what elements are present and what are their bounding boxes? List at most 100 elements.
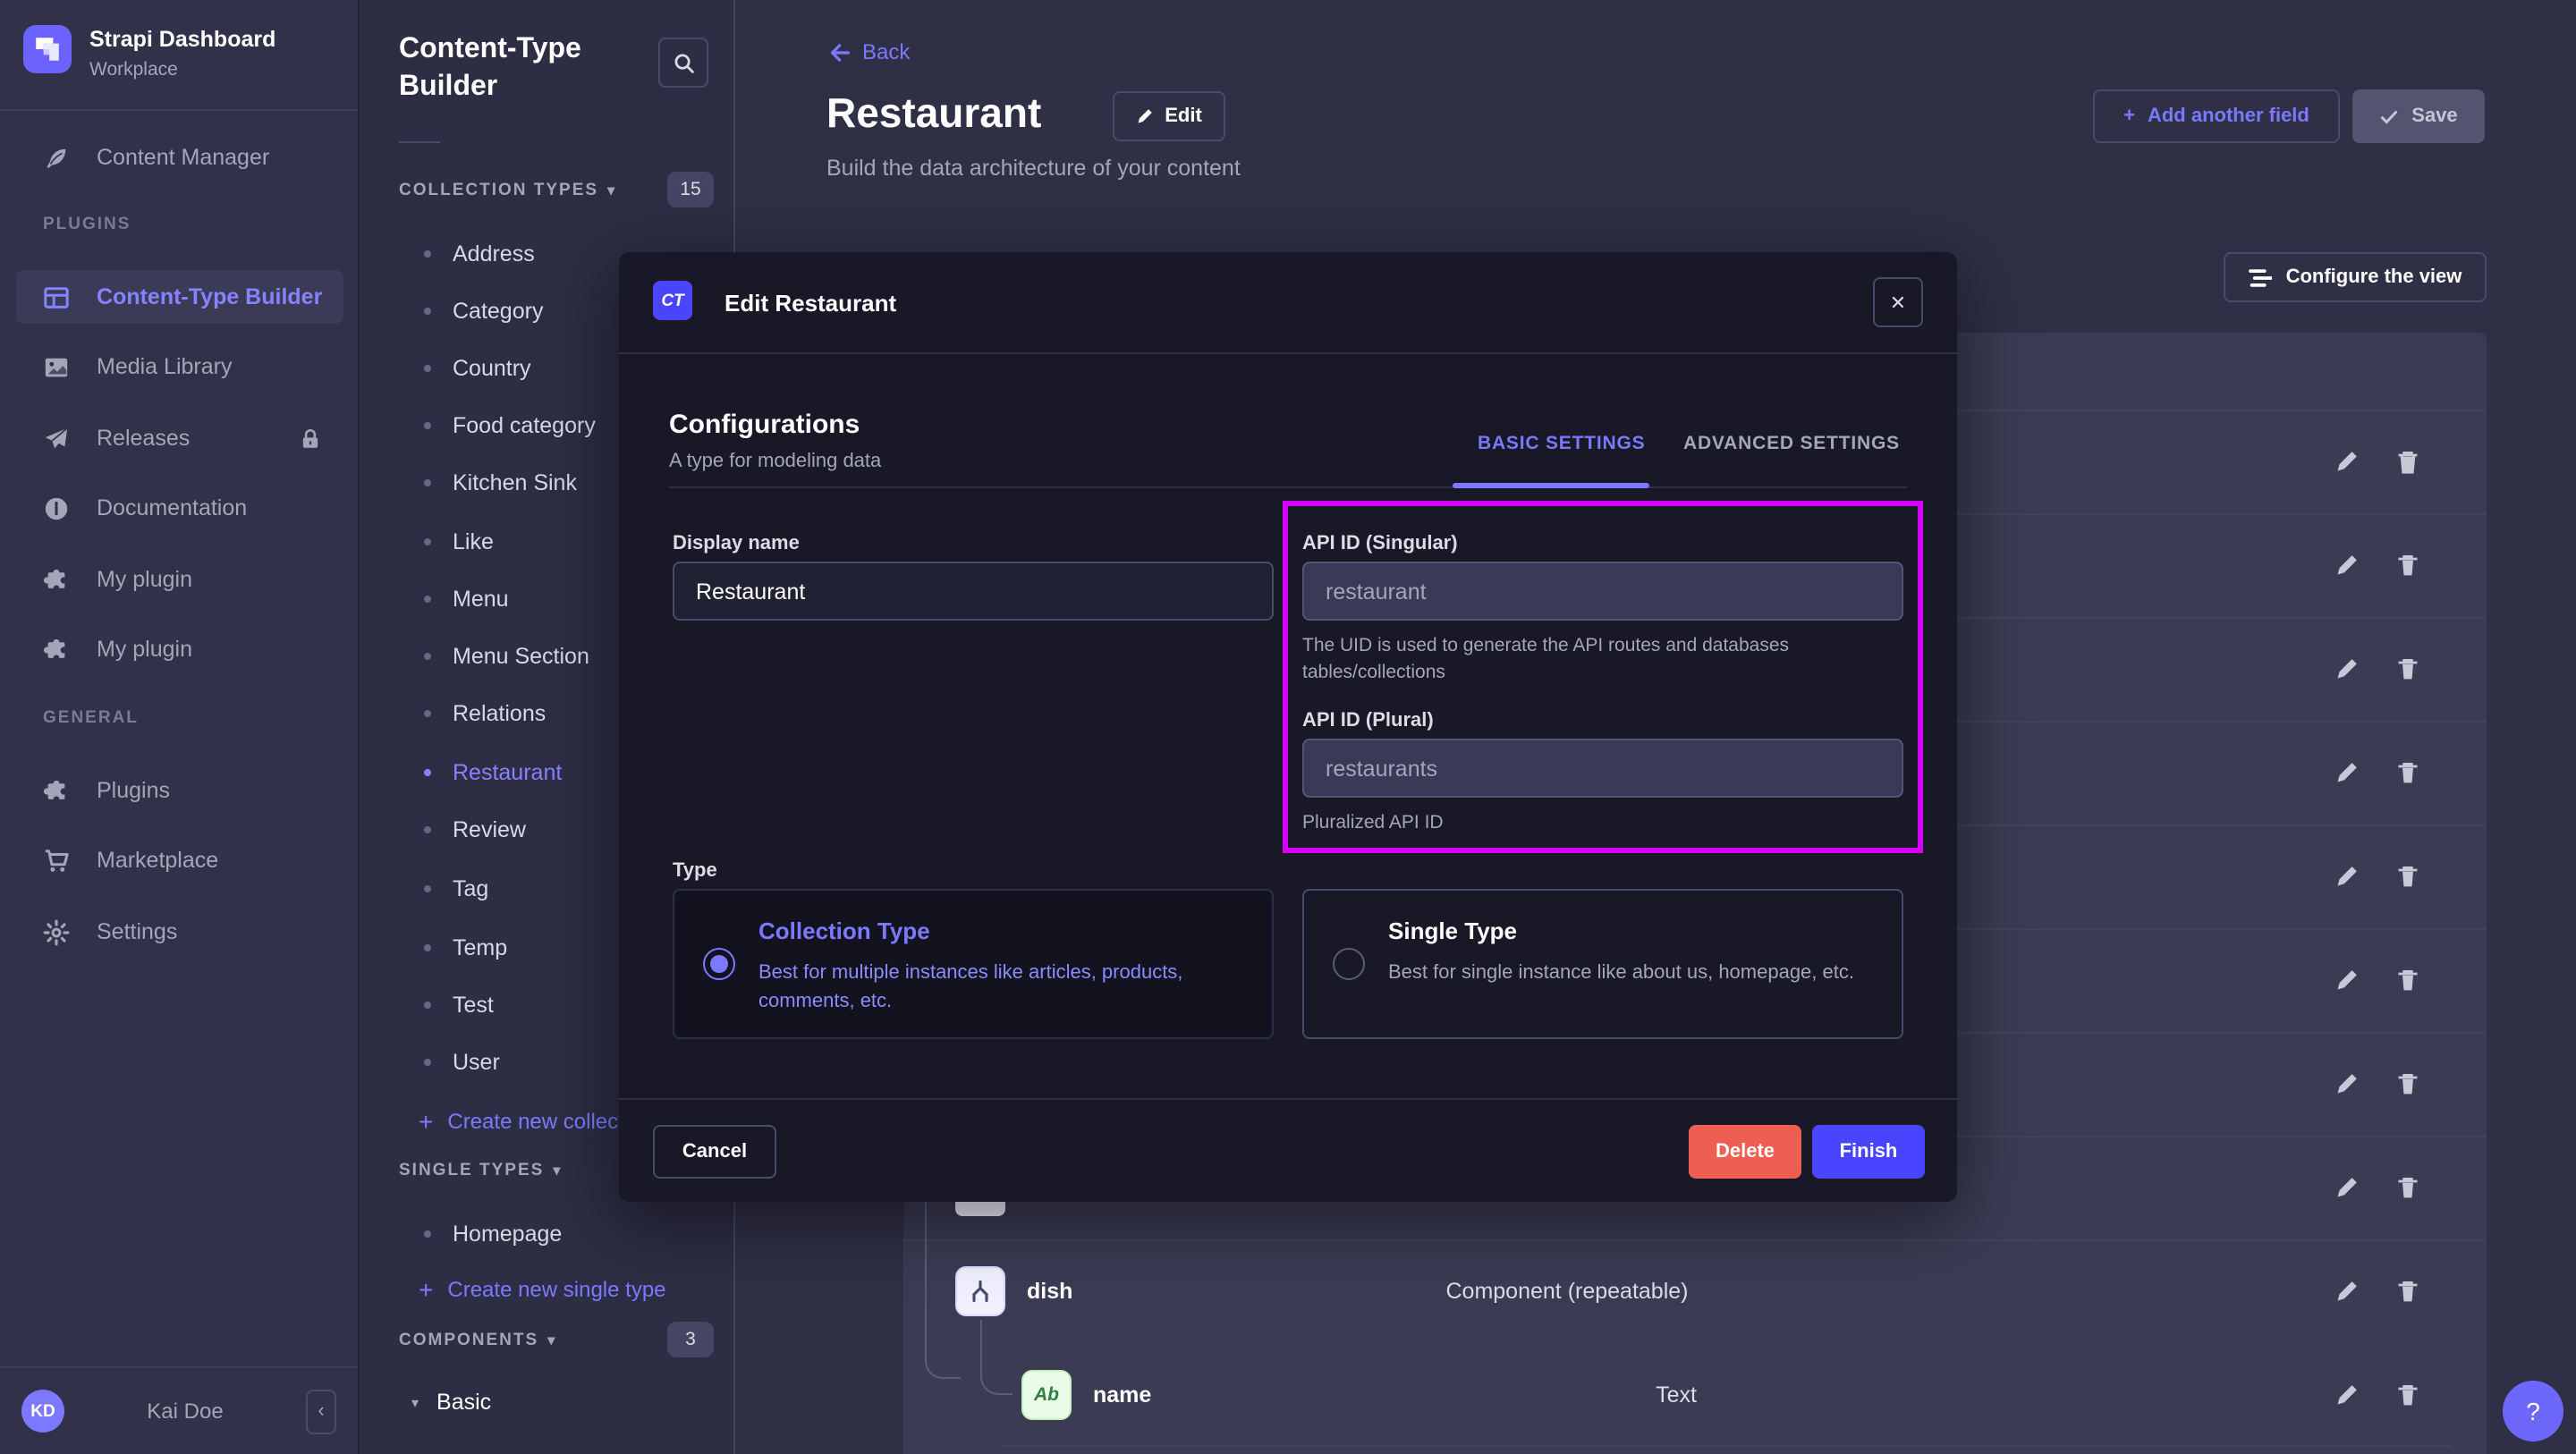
radio-unselected-icon[interactable] [1333, 948, 1365, 980]
row-divider [903, 1239, 2487, 1241]
edit-row-button[interactable] [2334, 760, 2360, 785]
tab-basic-settings[interactable]: BASIC SETTINGS [1478, 433, 1645, 454]
edit-row-button[interactable] [2334, 553, 2360, 578]
delete-row-button[interactable] [2395, 656, 2420, 681]
plus-icon: + [419, 1275, 433, 1304]
configure-view-label: Configure the view [2286, 266, 2462, 288]
collection-type-card[interactable]: Collection Type Best for multiple instan… [673, 889, 1274, 1039]
delete-row-button[interactable] [2395, 1382, 2420, 1408]
configurations-subheading: A type for modeling data [669, 451, 881, 472]
chevron-down-icon: ▾ [411, 1394, 419, 1410]
single-item-homepage[interactable]: Homepage [361, 1205, 735, 1263]
workspace-name: Workplace [89, 59, 178, 80]
delete-button[interactable]: Delete [1689, 1125, 1801, 1179]
edit-restaurant-modal: CT Edit Restaurant ✕ Configurations A ty… [619, 252, 1957, 1202]
back-label: Back [862, 39, 910, 64]
edit-label: Edit [1165, 106, 1202, 127]
workspace-header[interactable]: Strapi Dashboard Workplace [0, 0, 358, 111]
edit-row-button[interactable] [2334, 1175, 2360, 1200]
delete-row-button[interactable] [2395, 760, 2420, 785]
app-title: Strapi Dashboard [89, 27, 275, 52]
sidebar-item-marketplace[interactable]: Marketplace [16, 833, 343, 887]
edit-row-button[interactable] [2334, 656, 2360, 681]
avatar[interactable]: KD [21, 1390, 64, 1433]
field-name: dish [1027, 1279, 1072, 1304]
sidebar-item-label: My plugin [97, 637, 192, 662]
finish-button[interactable]: Finish [1812, 1125, 1925, 1179]
sidebar-item-content-manager[interactable]: Content Manager [16, 131, 343, 184]
create-single-type-link[interactable]: + Create new single type [419, 1275, 666, 1304]
paper-plane-icon [43, 425, 70, 452]
save-button[interactable]: Save [2352, 89, 2485, 143]
delete-row-button[interactable] [2395, 864, 2420, 889]
active-tab-underline [1453, 483, 1649, 488]
type-label: Type [673, 860, 717, 882]
close-button[interactable]: ✕ [1873, 277, 1923, 327]
radio-selected-icon[interactable] [703, 948, 735, 980]
api-id-plural-input[interactable] [1302, 739, 1903, 798]
sidebar-item-my-plugin-2[interactable]: My plugin [16, 622, 343, 676]
components-header[interactable]: COMPONENTS ▾ [399, 1331, 556, 1350]
field-type: Text [1656, 1382, 1697, 1408]
puzzle-icon [43, 777, 70, 804]
table-row-actions [2334, 553, 2420, 578]
sidebar-item-my-plugin-1[interactable]: My plugin [16, 553, 343, 606]
table-row-actions [2334, 760, 2420, 785]
lock-icon [299, 427, 322, 450]
divider [399, 141, 440, 143]
sidebar-item-label: Releases [97, 426, 190, 451]
help-button[interactable]: ? [2503, 1381, 2563, 1441]
sidebar-item-label: Media Library [97, 354, 232, 379]
bullet-icon [424, 422, 431, 429]
edit-row-button[interactable] [2334, 1071, 2360, 1096]
strapi-app: Back Restaurant Edit Build the data arch… [0, 0, 2576, 1454]
modal-header: CT Edit Restaurant ✕ [619, 252, 1957, 354]
puzzle-icon [43, 566, 70, 593]
edit-row-button[interactable] [2334, 1382, 2360, 1408]
api-id-singular-help: The UID is used to generate the API rout… [1302, 633, 1911, 687]
api-id-singular-input[interactable] [1302, 562, 1903, 621]
sidebar-item-plugins[interactable]: Plugins [16, 764, 343, 817]
info-icon [43, 495, 70, 521]
sidebar-item-label: Marketplace [97, 848, 218, 873]
edit-row-button[interactable] [2334, 1279, 2360, 1304]
chevron-down-icon: ▾ [547, 1332, 556, 1348]
edit-button[interactable]: Edit [1113, 91, 1225, 141]
table-row-actions [2334, 656, 2420, 681]
delete-row-button[interactable] [2395, 1071, 2420, 1096]
delete-row-button[interactable] [2395, 968, 2420, 993]
edit-row-button[interactable] [2334, 968, 2360, 993]
sidebar-item-releases[interactable]: Releases [16, 411, 343, 465]
chevron-down-icon: ▾ [553, 1162, 562, 1179]
tree-connector [980, 1320, 1013, 1395]
delete-row-button[interactable] [2395, 553, 2420, 578]
delete-row-button[interactable] [2395, 1175, 2420, 1200]
single-type-card[interactable]: Single Type Best for single instance lik… [1302, 889, 1903, 1039]
bullet-icon [424, 710, 431, 717]
back-link[interactable]: Back [826, 39, 910, 64]
collapse-sidebar-button[interactable]: ‹ [306, 1389, 336, 1433]
single-types-header[interactable]: SINGLE TYPES ▾ [399, 1161, 562, 1180]
delete-row-button[interactable] [2395, 1279, 2420, 1304]
search-button[interactable] [658, 38, 708, 88]
sidebar-item-content-type-builder[interactable]: Content-Type Builder [16, 270, 343, 324]
sidebar-item-media-library[interactable]: Media Library [16, 340, 343, 393]
delete-row-button[interactable] [2395, 449, 2420, 474]
display-name-input[interactable] [673, 562, 1274, 621]
collection-types-header[interactable]: COLLECTION TYPES ▾ [399, 181, 616, 200]
edit-row-button[interactable] [2334, 864, 2360, 889]
add-another-field-button[interactable]: + Add another field [2093, 89, 2340, 143]
tab-advanced-settings[interactable]: ADVANCED SETTINGS [1683, 433, 1900, 454]
cancel-button[interactable]: Cancel [653, 1125, 776, 1179]
configure-view-button[interactable]: Configure the view [2224, 252, 2487, 302]
bullet-icon [424, 1230, 431, 1238]
component-group-basic[interactable]: ▾ Basic [411, 1390, 491, 1415]
sidebar-item-settings[interactable]: Settings [16, 905, 343, 959]
bullet-icon [424, 1059, 431, 1066]
single-types-label: SINGLE TYPES [399, 1161, 544, 1180]
chevron-down-icon: ▾ [607, 182, 616, 199]
edit-row-button[interactable] [2334, 449, 2360, 474]
table-row-actions [2334, 1279, 2420, 1304]
sidebar-footer: KD Kai Doe ‹ [0, 1366, 358, 1454]
sidebar-item-documentation[interactable]: Documentation [16, 481, 343, 535]
